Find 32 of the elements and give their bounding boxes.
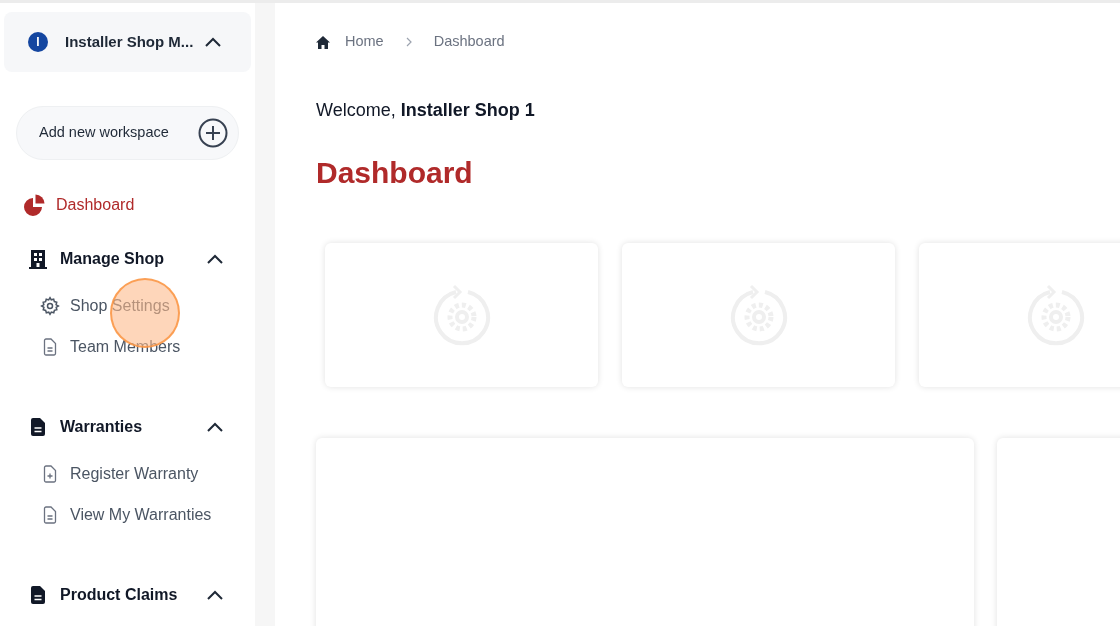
gear-icon [40,296,60,316]
breadcrumb-link[interactable]: Dashboard [433,31,505,53]
nav-section-header[interactable]: Product Claims [4,580,251,610]
workspace-switcher[interactable]: I Installer Shop M... [4,12,251,72]
add-workspace-label: Add new workspace [39,123,169,143]
chevron-right-icon [405,37,412,47]
document-icon [43,338,57,356]
add-icon [198,118,228,148]
chevron-up-icon[interactable] [207,254,223,264]
chevron-up-icon[interactable] [205,37,221,47]
add-workspace-button[interactable]: Add new workspace [16,106,239,160]
workspace-name: Installer Shop M... [65,31,194,52]
document-plus-icon [43,465,57,483]
nav-section-header[interactable]: Warranties [4,412,251,442]
breadcrumb-link[interactable]: Home [345,31,384,53]
nav-item[interactable]: Shop Settings [4,291,251,321]
nav-section-header[interactable]: Manage Shop [4,244,251,274]
building-icon [28,249,48,269]
file-icon [31,418,45,436]
chevron-up-icon[interactable] [207,590,223,600]
page-title: Dashboard [316,158,474,188]
file-icon [31,586,45,604]
nav-link[interactable]: Dashboard [4,190,251,220]
pie-chart-icon [24,194,46,216]
nav-item[interactable]: Team Members [4,332,251,362]
nav-item[interactable]: View My Warranties [4,500,251,530]
workspace-avatar: I [28,32,48,52]
home-icon[interactable] [316,35,330,49]
document-icon [43,506,57,524]
nav-item[interactable]: Register Warranty [4,459,251,489]
welcome-message: Welcome, Installer Shop 1 [316,99,536,122]
chevron-up-icon[interactable] [207,422,223,432]
